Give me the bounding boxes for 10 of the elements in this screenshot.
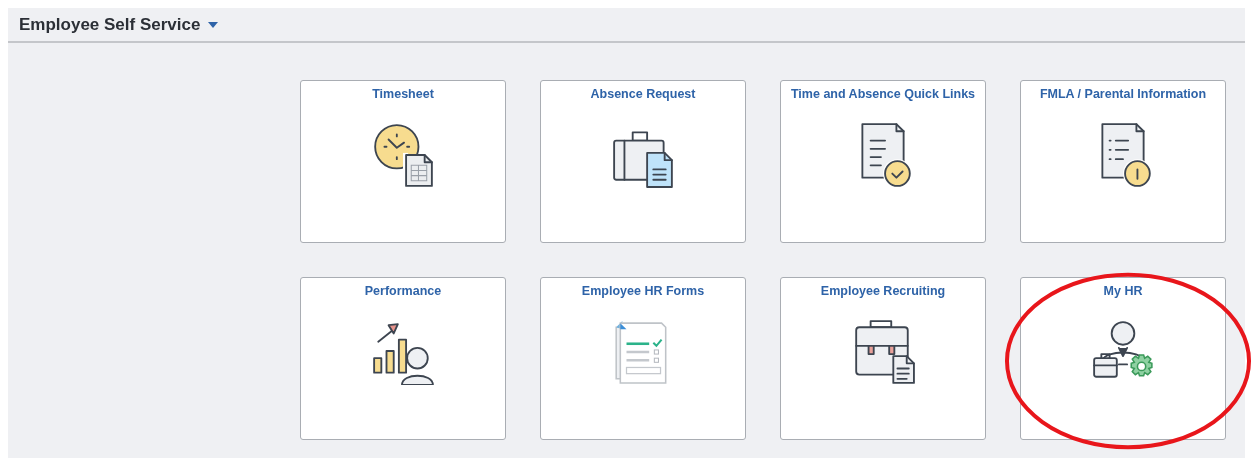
app-tile[interactable]: FMLA / Parental Information — [1020, 80, 1226, 243]
app-tile[interactable]: Employee Recruiting — [780, 277, 986, 440]
app-tile[interactable]: Performance — [300, 277, 506, 440]
app-tile[interactable]: Employee HR Forms — [540, 277, 746, 440]
app-tile[interactable]: Absence Request — [540, 80, 746, 243]
app-tile[interactable]: Timesheet — [300, 80, 506, 243]
caret-icon — [208, 21, 219, 28]
page-title-dropdown[interactable]: Employee Self Service — [19, 11, 219, 38]
app-tile[interactable]: My HR — [1020, 277, 1226, 440]
app-tile[interactable]: Time and Absence Quick Links — [780, 80, 986, 243]
